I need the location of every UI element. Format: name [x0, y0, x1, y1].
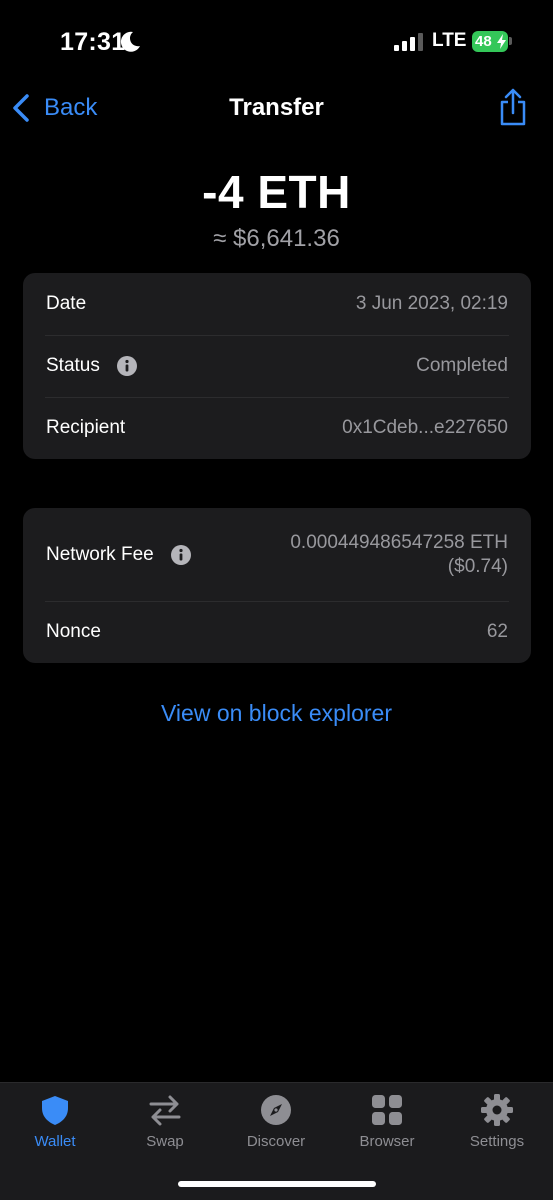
battery-cap [509, 37, 512, 45]
status-label-group: Status [46, 355, 137, 377]
recipient-row[interactable]: Recipient 0x1Cdeb...e227650 [23, 397, 531, 459]
network-type: LTE [432, 30, 467, 51]
info-icon[interactable] [170, 544, 191, 565]
battery-level: 48 [475, 33, 492, 50]
recipient-label: Recipient [46, 417, 126, 438]
date-label: Date [46, 293, 87, 314]
status-bar: 17:31 LTE 48 [0, 0, 553, 84]
tab-wallet[interactable]: Wallet [0, 1093, 110, 1153]
fee-card: Network Fee 0.000449486547258 ETH ($0.74… [23, 508, 531, 663]
home-indicator [178, 1181, 376, 1187]
date-row: Date 3 Jun 2023, 02:19 [23, 273, 531, 335]
tab-browser-label: Browser [359, 1133, 415, 1150]
tab-settings[interactable]: Settings [442, 1093, 552, 1153]
network-fee-value-group: 0.000449486547258 ETH ($0.74) [290, 531, 508, 579]
tab-discover-label: Discover [246, 1133, 306, 1150]
status-time: 17:31 [60, 28, 126, 56]
date-value: 3 Jun 2023, 02:19 [355, 293, 508, 314]
status-row: Status Completed [23, 335, 531, 397]
tab-wallet-label: Wallet [34, 1133, 76, 1150]
grid-icon [372, 1095, 402, 1125]
compass-icon [261, 1095, 291, 1125]
details-card: Date 3 Jun 2023, 02:19 Status Completed … [23, 273, 531, 459]
status-value: Completed [416, 355, 508, 376]
swap-arrows-icon [149, 1095, 181, 1126]
gear-icon [481, 1094, 513, 1126]
recipient-address[interactable]: 0x1Cdeb...e227650 [342, 416, 508, 440]
share-icon[interactable] [497, 87, 529, 127]
nonce-value: 62 [486, 621, 508, 642]
transaction-amount: -4 ETH [202, 166, 351, 218]
page-title: Transfer [229, 94, 324, 121]
network-fee-row: Network Fee 0.000449486547258 ETH ($0.74… [23, 508, 531, 601]
battery-indicator: 48 [472, 31, 508, 52]
view-on-block-explorer-link[interactable]: View on block explorer [0, 700, 553, 727]
status-label: Status [46, 355, 100, 376]
nonce-label: Nonce [46, 621, 101, 642]
charging-bolt-icon [497, 34, 506, 49]
network-fee-fiat: ($0.74) [447, 555, 508, 577]
network-fee-value: 0.000449486547258 ETH [290, 531, 508, 553]
network-fee-label-group: Network Fee [46, 544, 191, 566]
network-fee-label: Network Fee [46, 543, 154, 565]
tab-discover[interactable]: Discover [221, 1093, 331, 1153]
tab-swap-label: Swap [146, 1133, 184, 1150]
signal-icon [394, 33, 423, 51]
moon-icon [120, 31, 140, 52]
nonce-row: Nonce 62 [23, 601, 531, 663]
shield-icon [42, 1096, 68, 1125]
transaction-fiat-amount: ≈ $6,641.36 [213, 225, 340, 252]
tab-browser[interactable]: Browser [332, 1093, 442, 1153]
info-icon[interactable] [116, 356, 137, 376]
tab-swap[interactable]: Swap [110, 1093, 220, 1153]
nav-bar: Back Transfer [0, 84, 553, 132]
tab-settings-label: Settings [469, 1133, 525, 1150]
